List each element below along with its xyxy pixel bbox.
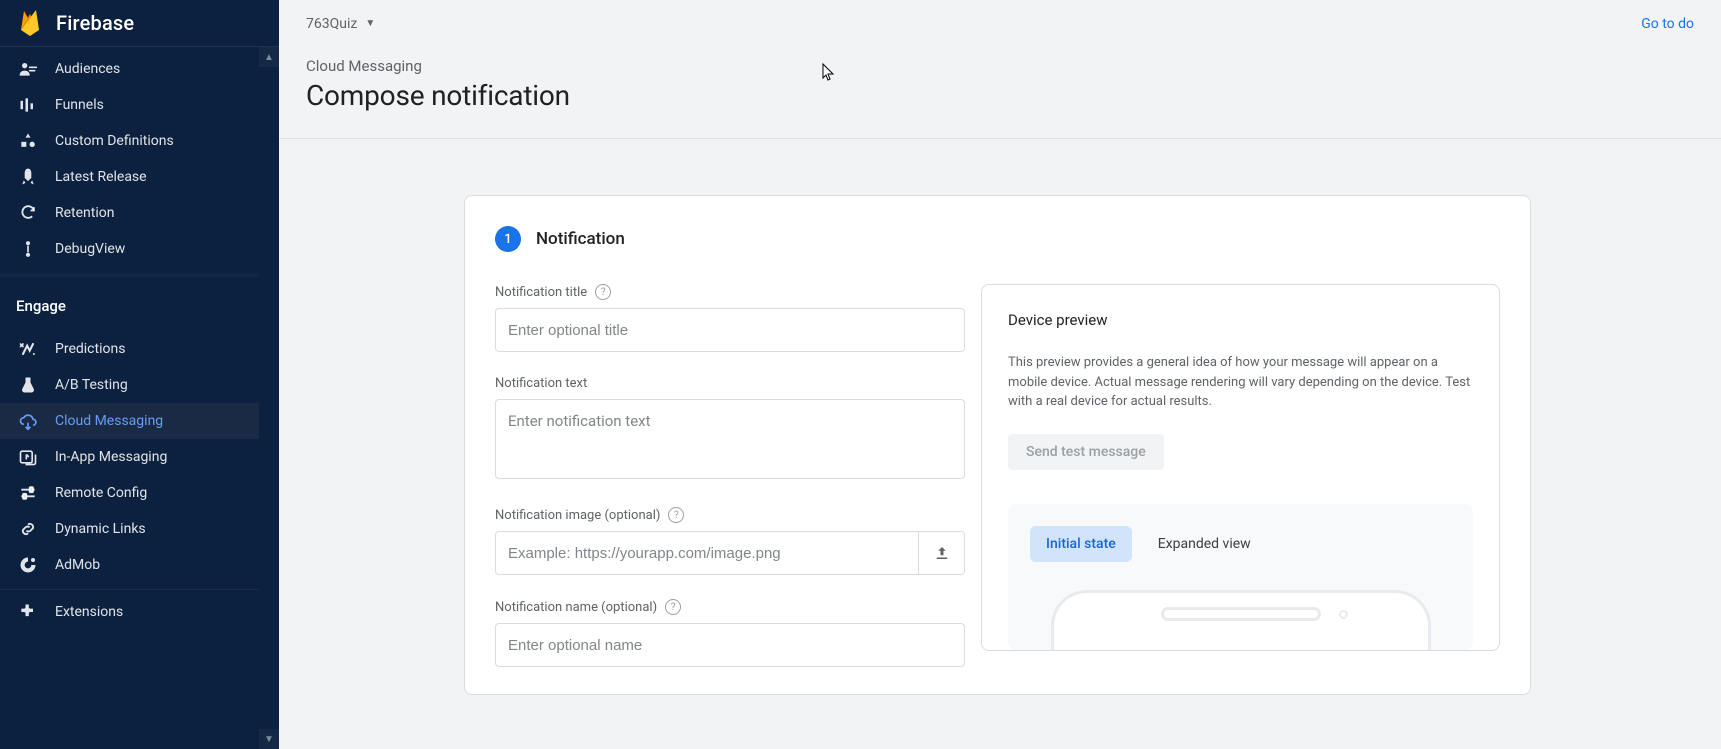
funnels-icon: [18, 95, 44, 115]
nav-label: A/B Testing: [55, 377, 263, 393]
section-heading-engage[interactable]: Engage: [0, 277, 279, 327]
sidebar-item-predictions[interactable]: Predictions: [0, 331, 279, 367]
field-label: Notification text: [495, 376, 587, 391]
nav-label: Latest Release: [55, 169, 263, 185]
sidebar-item-ab-testing[interactable]: A/B Testing: [0, 367, 279, 403]
predictions-icon: [18, 339, 44, 359]
nav-label: Funnels: [55, 97, 263, 113]
remote-config-icon: [18, 483, 44, 503]
sidebar-header[interactable]: Firebase: [0, 0, 279, 47]
sidebar-item-funnels[interactable]: Funnels: [0, 87, 279, 123]
tab-expanded-view[interactable]: Expanded view: [1142, 526, 1267, 562]
in-app-messaging-icon: [18, 447, 44, 467]
nav-list-analytics: Audiences Funnels Custom Definitions Lat…: [0, 47, 279, 273]
upload-image-button[interactable]: [918, 532, 964, 574]
nav-label: In-App Messaging: [55, 449, 263, 465]
nav-label: Custom Definitions: [55, 133, 263, 149]
step-number-badge: 1: [495, 226, 521, 252]
retention-icon: [18, 203, 44, 223]
custom-definitions-icon: [18, 131, 44, 151]
sidebar-item-debugview[interactable]: DebugView: [0, 231, 279, 267]
nav-label: DebugView: [55, 241, 263, 257]
page-title: Compose notification: [306, 79, 1694, 112]
breadcrumb[interactable]: Cloud Messaging: [306, 57, 1694, 75]
notification-name-input[interactable]: [495, 623, 965, 667]
scroll-up-icon[interactable]: ▲: [259, 47, 279, 67]
sidebar-item-custom-definitions[interactable]: Custom Definitions: [0, 123, 279, 159]
preview-stage: Initial state Expanded view: [1008, 504, 1473, 650]
project-selector[interactable]: 763Quiz ▼: [306, 16, 375, 32]
device-mockup: [1051, 590, 1431, 650]
debugview-icon: [18, 239, 44, 259]
sidebar-item-admob[interactable]: AdMob: [0, 547, 279, 583]
caret-down-icon: ▼: [365, 18, 375, 29]
help-icon[interactable]: ?: [595, 284, 611, 300]
field-label: Notification name (optional): [495, 600, 657, 615]
nav-label: Extensions: [55, 604, 263, 620]
device-preview-panel: Device preview This preview provides a g…: [981, 284, 1500, 651]
topbar: 763Quiz ▼ Go to do: [279, 0, 1721, 47]
compose-card: 1 Notification Notification title ? Not: [464, 195, 1531, 695]
field-notification-text: Notification text: [495, 376, 965, 483]
field-notification-name: Notification name (optional) ?: [495, 599, 965, 667]
sidebar-item-latest-release[interactable]: Latest Release: [0, 159, 279, 195]
extensions-icon: [18, 602, 44, 622]
admob-icon: [18, 555, 44, 575]
nav-label: Audiences: [55, 61, 263, 77]
brand-text: Firebase: [56, 11, 134, 35]
sidebar-item-cloud-messaging[interactable]: Cloud Messaging: [0, 403, 279, 439]
field-notification-title: Notification title ?: [495, 284, 965, 352]
nav-label: Dynamic Links: [55, 521, 263, 537]
sidebar-item-retention[interactable]: Retention: [0, 195, 279, 231]
send-test-message-button[interactable]: Send test message: [1008, 434, 1164, 470]
firebase-logo-icon: [18, 8, 42, 38]
nav-label: Retention: [55, 205, 263, 221]
nav-label: Remote Config: [55, 485, 263, 501]
notification-title-input[interactable]: [495, 308, 965, 352]
field-label: Notification image (optional): [495, 508, 660, 523]
nav-label: Predictions: [55, 341, 263, 357]
nav-label: Cloud Messaging: [55, 413, 263, 429]
device-camera-dot: [1339, 610, 1348, 619]
cloud-messaging-icon: [18, 411, 44, 431]
sidebar-scroll-indicator: ▲ ▼: [259, 47, 279, 749]
audiences-icon: [18, 59, 44, 79]
sidebar-item-audiences[interactable]: Audiences: [0, 51, 279, 87]
sidebar-item-dynamic-links[interactable]: Dynamic Links: [0, 511, 279, 547]
nav-list-engage: Predictions A/B Testing Cloud Messaging …: [0, 327, 279, 589]
preview-description: This preview provides a general idea of …: [1008, 353, 1473, 412]
notification-text-input[interactable]: [495, 399, 965, 479]
sidebar: Firebase ▲ ▼ Audiences Funnels Custom De…: [0, 0, 279, 749]
nav-list-bottom: Extensions: [0, 590, 279, 636]
field-notification-image: Notification image (optional) ?: [495, 507, 965, 575]
sidebar-item-remote-config[interactable]: Remote Config: [0, 475, 279, 511]
device-notch: [1161, 607, 1321, 621]
scroll-down-icon[interactable]: ▼: [259, 729, 279, 749]
ab-testing-icon: [18, 375, 44, 395]
step-header: 1 Notification: [495, 226, 1500, 252]
sidebar-item-in-app-messaging[interactable]: In-App Messaging: [0, 439, 279, 475]
main-content: 763Quiz ▼ Go to do Cloud Messaging Compo…: [279, 0, 1721, 749]
dynamic-links-icon: [18, 519, 44, 539]
nav-label: AdMob: [55, 557, 263, 573]
project-name: 763Quiz: [306, 16, 357, 32]
preview-title: Device preview: [1008, 311, 1473, 329]
tab-initial-state[interactable]: Initial state: [1030, 526, 1132, 562]
latest-release-icon: [18, 167, 44, 187]
notification-image-input[interactable]: [496, 532, 918, 574]
goto-docs-link[interactable]: Go to do: [1641, 16, 1694, 32]
help-icon[interactable]: ?: [665, 599, 681, 615]
step-title: Notification: [536, 229, 625, 249]
page-header: Cloud Messaging Compose notification: [279, 47, 1721, 139]
sidebar-item-extensions[interactable]: Extensions: [0, 594, 279, 630]
help-icon[interactable]: ?: [668, 507, 684, 523]
field-label: Notification title: [495, 285, 587, 300]
